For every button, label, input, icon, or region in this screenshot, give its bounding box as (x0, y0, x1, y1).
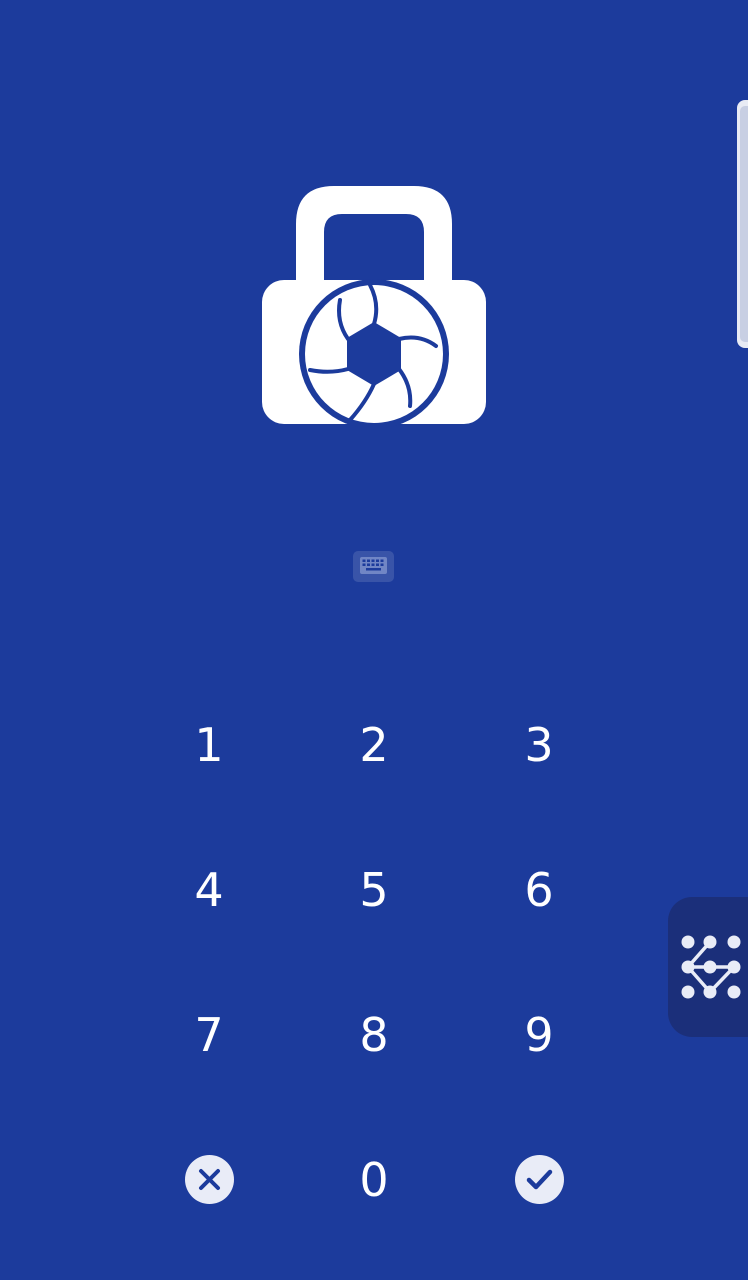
lock-screen: 1 2 3 4 5 6 7 8 9 0 (0, 0, 748, 1280)
key-5[interactable]: 5 (292, 817, 456, 962)
switch-to-pattern-tab[interactable] (668, 897, 748, 1037)
confirm-check-icon (514, 1155, 564, 1204)
key-9[interactable]: 9 (457, 962, 621, 1107)
clear-button[interactable] (127, 1107, 291, 1252)
key-3[interactable]: 3 (457, 672, 621, 817)
confirm-button[interactable] (457, 1107, 621, 1252)
key-1[interactable]: 1 (127, 672, 291, 817)
keyboard-toggle-button[interactable] (353, 551, 394, 582)
keyboard-icon (360, 557, 387, 574)
key-7[interactable]: 7 (127, 962, 291, 1107)
clear-x-icon (184, 1155, 234, 1204)
pattern-lock-icon (681, 935, 741, 999)
app-logo-padlock-camera-shutter-icon (260, 184, 488, 429)
pin-keypad: 1 2 3 4 5 6 7 8 9 0 (127, 672, 621, 1252)
edge-panel-handle[interactable] (737, 100, 748, 348)
key-8[interactable]: 8 (292, 962, 456, 1107)
key-4[interactable]: 4 (127, 817, 291, 962)
key-6[interactable]: 6 (457, 817, 621, 962)
key-2[interactable]: 2 (292, 672, 456, 817)
key-0[interactable]: 0 (292, 1107, 456, 1252)
edge-panel-handle-inner (740, 106, 748, 342)
